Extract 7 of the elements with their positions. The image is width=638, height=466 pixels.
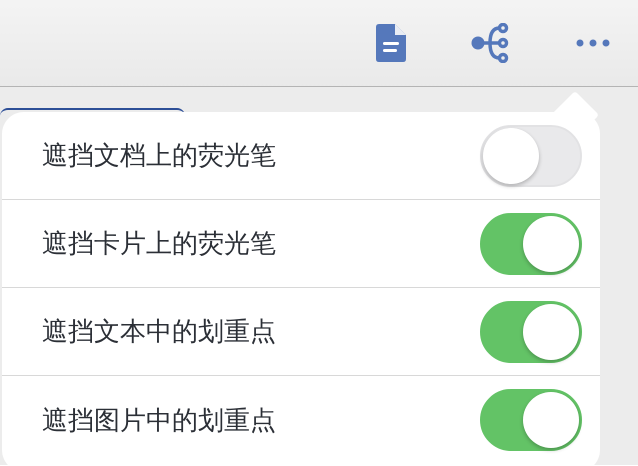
menu-item-label: 遮挡卡片上的荧光笔 xyxy=(42,228,276,261)
menu-item-label: 遮挡文本中的划重点 xyxy=(42,316,276,349)
menu-item-label: 遮挡图片中的划重点 xyxy=(42,404,276,438)
more-icon[interactable] xyxy=(576,39,610,47)
document-icon[interactable] xyxy=(376,24,406,62)
menu-item-label: 遮挡文档上的荧光笔 xyxy=(42,140,276,173)
mind-map-icon[interactable] xyxy=(471,23,511,63)
